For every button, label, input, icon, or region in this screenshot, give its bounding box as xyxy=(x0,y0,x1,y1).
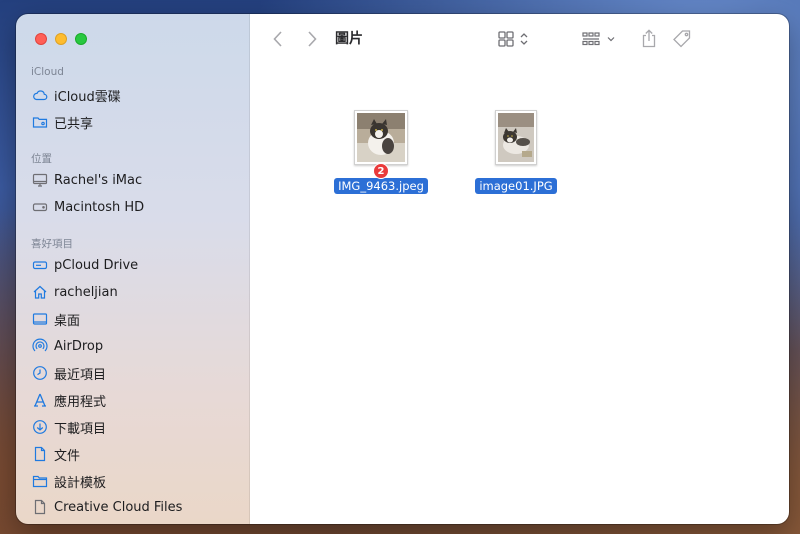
section-title-icloud: iCloud xyxy=(31,66,64,78)
share-button[interactable] xyxy=(638,27,660,51)
imac-icon xyxy=(32,172,48,188)
sidebar-item-macintosh-hd[interactable]: Macintosh HD xyxy=(32,196,144,218)
disk-icon xyxy=(32,199,48,215)
cat-photo-thumbnail xyxy=(498,113,534,162)
file-thumbnail[interactable]: 2 xyxy=(354,110,408,179)
sidebar-item-label: AirDrop xyxy=(54,338,104,354)
icloud-icon xyxy=(32,87,48,103)
sidebar-item-label: iCloud雲碟 xyxy=(54,89,121,105)
sidebar-item-label: 下載項目 xyxy=(54,421,107,437)
file-thumbnail[interactable] xyxy=(495,110,537,165)
drive-icon xyxy=(32,257,48,273)
sidebar-item-label: 文件 xyxy=(54,448,81,464)
home-icon xyxy=(32,284,48,300)
sidebar-item-label: pCloud Drive xyxy=(54,257,139,273)
apps-icon xyxy=(32,392,48,408)
sidebar-item-label: 設計模板 xyxy=(54,475,107,491)
section-title-locations: 位置 xyxy=(31,153,52,165)
tag-icon xyxy=(673,30,691,48)
file-item[interactable]: image01.JPG xyxy=(461,110,571,194)
icon-view-icon xyxy=(498,31,528,47)
sidebar-item-label: 已共享 xyxy=(54,116,94,132)
file-item[interactable]: 2 IMG_9463.jpeg xyxy=(326,110,436,194)
download-icon xyxy=(32,419,48,435)
sidebar-item-desktop[interactable]: 桌面 xyxy=(32,308,80,330)
sidebar-item-icloud-drive[interactable]: iCloud雲碟 xyxy=(32,84,121,106)
forward-button[interactable] xyxy=(302,27,322,51)
sidebar-item-pcloud-drive[interactable]: pCloud Drive xyxy=(32,254,138,276)
sidebar-item-label: 最近項目 xyxy=(54,367,107,383)
sidebar-item-documents[interactable]: 文件 xyxy=(32,443,80,465)
sidebar-item-label: racheljian xyxy=(54,284,118,300)
toolbar: 圖片 xyxy=(250,14,789,64)
minimize-button[interactable] xyxy=(55,33,67,45)
sidebar-item-recents[interactable]: 最近項目 xyxy=(32,362,106,384)
item-count-badge: 2 xyxy=(373,163,389,179)
sidebar-item-shared[interactable]: 已共享 xyxy=(32,111,93,133)
document-icon xyxy=(32,446,48,462)
file-name[interactable]: image01.JPG xyxy=(475,178,557,194)
sidebar-item-airdrop[interactable]: AirDrop xyxy=(32,335,103,357)
sidebar-item-downloads[interactable]: 下載項目 xyxy=(32,416,106,438)
main-content: 圖片 2 IMG_9463.jpeg image01.JPG xyxy=(250,14,789,524)
sidebar-item-label: 應用程式 xyxy=(54,394,107,410)
sidebar-item-applications[interactable]: 應用程式 xyxy=(32,389,106,411)
file-name[interactable]: IMG_9463.jpeg xyxy=(334,178,428,194)
sidebar-item-label: 桌面 xyxy=(54,313,81,329)
sidebar-item-imac[interactable]: Rachel's iMac xyxy=(32,169,142,191)
window-controls xyxy=(35,33,87,45)
chevron-right-icon xyxy=(308,31,317,47)
window-title: 圖片 xyxy=(335,31,363,47)
group-button[interactable] xyxy=(580,27,620,51)
view-mode-button[interactable] xyxy=(496,27,534,51)
share-icon xyxy=(642,29,656,48)
sidebar-item-creative-cloud-files[interactable]: Creative Cloud Files xyxy=(32,496,182,518)
chevron-left-icon xyxy=(273,31,282,47)
sidebar: iCloud iCloud雲碟 已共享 位置 Rachel's iMac Mac… xyxy=(16,14,250,524)
finder-window: iCloud iCloud雲碟 已共享 位置 Rachel's iMac Mac… xyxy=(16,14,789,524)
sidebar-item-label: Creative Cloud Files xyxy=(54,499,183,515)
sidebar-item-home[interactable]: racheljian xyxy=(32,281,118,303)
file-icon xyxy=(32,499,48,515)
shared-folder-icon xyxy=(32,114,48,130)
tag-button[interactable] xyxy=(669,27,695,51)
zoom-button[interactable] xyxy=(75,33,87,45)
section-title-favorites: 喜好項目 xyxy=(31,238,73,250)
sidebar-item-label: Macintosh HD xyxy=(54,199,145,215)
folder-icon xyxy=(32,473,48,489)
sidebar-item-design-templates[interactable]: 設計模板 xyxy=(32,470,106,492)
group-by-icon xyxy=(582,32,615,46)
back-button[interactable] xyxy=(268,27,288,51)
airdrop-icon xyxy=(32,338,48,354)
sidebar-item-label: Rachel's iMac xyxy=(54,172,143,188)
clock-icon xyxy=(32,365,48,381)
close-button[interactable] xyxy=(35,33,47,45)
desktop-icon xyxy=(32,311,48,327)
cat-photo-thumbnail xyxy=(357,113,405,162)
